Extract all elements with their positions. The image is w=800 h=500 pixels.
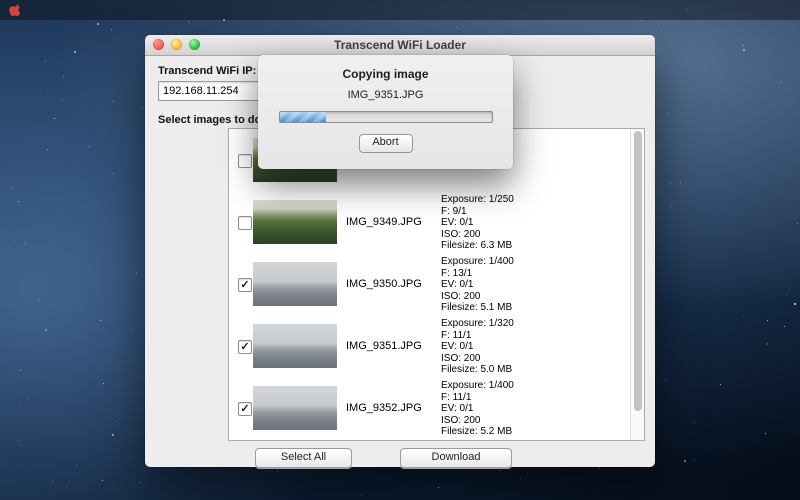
image-thumbnail bbox=[253, 386, 337, 430]
image-details: Exposure: 1/400F: 11/1EV: 0/1ISO: 200Fil… bbox=[441, 380, 514, 438]
dialog-filename: IMG_9351.JPG bbox=[258, 89, 513, 101]
image-checkbox[interactable]: ✓ bbox=[238, 340, 252, 354]
image-filename: IMG_9352.JPG bbox=[346, 402, 422, 414]
image-list: IMG_9348.JPG IMG_9349.JPG Exposure: 1/25… bbox=[228, 128, 645, 441]
progress-bar bbox=[279, 111, 493, 123]
window-title: Transcend WiFi Loader bbox=[145, 38, 655, 52]
ip-label: Transcend WiFi IP: bbox=[158, 65, 256, 77]
image-filename: IMG_9351.JPG bbox=[346, 340, 422, 352]
image-filename: IMG_9349.JPG bbox=[346, 216, 422, 228]
apple-menu-icon[interactable] bbox=[9, 3, 22, 17]
image-checkbox[interactable]: ✓ bbox=[238, 402, 252, 416]
dialog-title: Copying image bbox=[258, 67, 513, 81]
image-details: Exposure: 1/400F: 13/1EV: 0/1ISO: 200Fil… bbox=[441, 256, 514, 314]
copy-progress-dialog: Copying image IMG_9351.JPG Abort bbox=[258, 55, 513, 169]
image-filename: IMG_9350.JPG bbox=[346, 278, 422, 290]
image-thumbnail bbox=[253, 262, 337, 306]
image-thumbnail bbox=[253, 200, 337, 244]
scrollbar-thumb[interactable] bbox=[634, 131, 642, 411]
image-list-rows: IMG_9348.JPG IMG_9349.JPG Exposure: 1/25… bbox=[229, 129, 644, 440]
list-item[interactable]: ✓ IMG_9351.JPG Exposure: 1/320F: 11/1EV:… bbox=[229, 315, 644, 377]
list-item[interactable]: ✓ IMG_9350.JPG Exposure: 1/400F: 13/1EV:… bbox=[229, 253, 644, 315]
image-checkbox[interactable] bbox=[238, 216, 252, 230]
image-thumbnail bbox=[253, 324, 337, 368]
download-button[interactable]: Download bbox=[400, 448, 512, 468]
abort-button[interactable]: Abort bbox=[359, 134, 413, 153]
progress-fill bbox=[280, 112, 327, 122]
list-item[interactable]: IMG_9349.JPG Exposure: 1/250F: 9/1EV: 0/… bbox=[229, 191, 644, 253]
list-item[interactable]: ✓ IMG_9352.JPG Exposure: 1/400F: 11/1EV:… bbox=[229, 377, 644, 439]
scrollbar-track[interactable] bbox=[630, 129, 644, 440]
image-details: Exposure: 1/250F: 9/1EV: 0/1ISO: 200File… bbox=[441, 194, 514, 252]
title-bar[interactable]: Transcend WiFi Loader bbox=[145, 35, 655, 56]
select-all-button[interactable]: Select All bbox=[255, 448, 352, 468]
image-checkbox[interactable] bbox=[238, 154, 252, 168]
image-details: Exposure: 1/320F: 11/1EV: 0/1ISO: 200Fil… bbox=[441, 318, 514, 376]
apple-logo-icon bbox=[9, 3, 22, 17]
desktop: Transcend WiFi Loader Transcend WiFi IP:… bbox=[0, 0, 800, 500]
menu-bar bbox=[0, 0, 800, 20]
image-checkbox[interactable]: ✓ bbox=[238, 278, 252, 292]
